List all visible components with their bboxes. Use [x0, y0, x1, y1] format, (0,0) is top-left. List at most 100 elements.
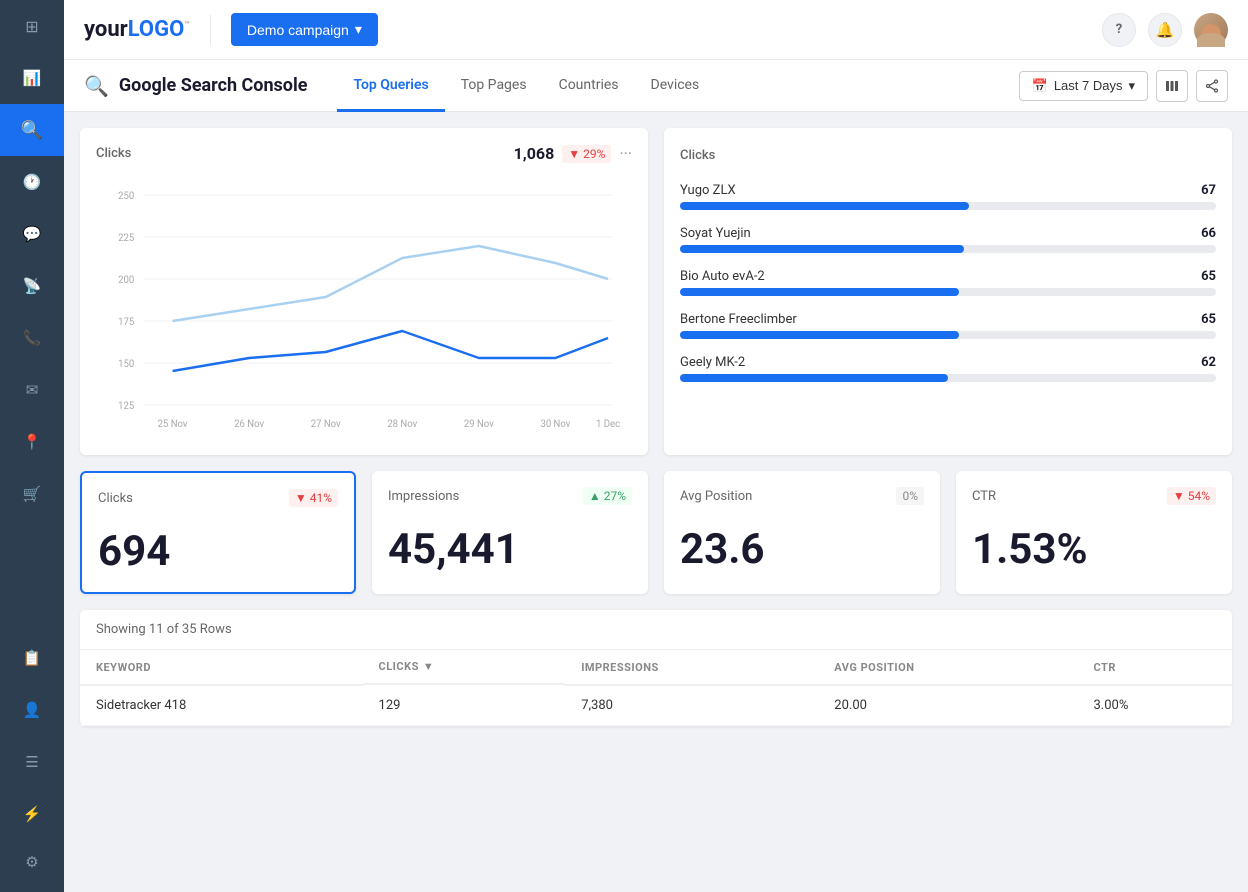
share-button[interactable]	[1196, 70, 1228, 102]
date-range-button[interactable]: 📅 Last 7 Days ▾	[1019, 71, 1148, 101]
sidebar-item-reports[interactable]: 📋	[0, 632, 64, 684]
bar-fill	[680, 374, 948, 382]
col-impressions: IMPRESSIONS	[565, 650, 818, 685]
arrow-down-icon: ▼	[568, 147, 580, 161]
metric-value: 23.6	[680, 525, 924, 574]
data-table: KEYWORD CLICKS ▼ IMPRESSIONS AVG POSITIO…	[80, 650, 1232, 726]
tab-devices[interactable]: Devices	[635, 60, 716, 112]
svg-text:30 Nov: 30 Nov	[540, 419, 570, 430]
col-keyword: KEYWORD	[80, 650, 363, 685]
metric-avg-position[interactable]: Avg Position 0% 23.6	[664, 471, 940, 594]
sidebar-item-users[interactable]: 👤	[0, 684, 64, 736]
more-options-button[interactable]: ···	[619, 144, 632, 163]
page-icon: 🔍	[84, 74, 109, 98]
metric-badge: ▼ 41%	[289, 489, 338, 507]
bar-item: Yugo ZLX 67	[680, 183, 1216, 210]
metric-ctr[interactable]: CTR ▼ 54% 1.53%	[956, 471, 1232, 594]
sidebar-item-email[interactable]: ✉	[0, 364, 64, 416]
bar-count: 66	[1201, 226, 1216, 241]
svg-text:1 Dec: 1 Dec	[596, 419, 620, 430]
table-head: KEYWORD CLICKS ▼ IMPRESSIONS AVG POSITIO…	[80, 650, 1232, 685]
cell-impressions: 7,380	[565, 685, 818, 726]
bar-track	[680, 202, 1216, 210]
bar-track	[680, 288, 1216, 296]
col-clicks[interactable]: CLICKS ▼	[363, 650, 566, 685]
sidebar-item-settings[interactable]: ⚙	[0, 840, 64, 892]
sidebar-item-list[interactable]: ☰	[0, 736, 64, 788]
metric-clicks[interactable]: Clicks ▼ 41% 694	[80, 471, 356, 594]
sidebar-item-search[interactable]: 🔍	[0, 104, 64, 156]
metric-title: Impressions	[388, 489, 459, 504]
sidebar-item-ecommerce[interactable]: 🛒	[0, 468, 64, 520]
tabs: Top Queries Top Pages Countries Devices	[337, 60, 1018, 111]
svg-text:150: 150	[118, 359, 134, 370]
tab-top-queries[interactable]: Top Queries	[337, 60, 444, 112]
page-title: Google Search Console	[119, 75, 308, 96]
data-table-card: Showing 11 of 35 Rows KEYWORD CLICKS ▼ I…	[80, 610, 1232, 726]
metrics-row: Clicks ▼ 41% 694 Impressions ▲ 27%	[80, 471, 1232, 594]
metric-badge: ▲ 27%	[583, 487, 632, 505]
svg-text:200: 200	[118, 275, 134, 286]
sidebar-item-location[interactable]: 📍	[0, 416, 64, 468]
svg-text:27 Nov: 27 Nov	[311, 419, 341, 430]
cell-keyword: Sidetracker 418	[80, 685, 363, 726]
sidebar-item-dashboard[interactable]: 🕐	[0, 156, 64, 208]
metric-badge: ▼ 54%	[1167, 487, 1216, 505]
chevron-down-icon: ▾	[355, 21, 362, 38]
chart-title: Clicks	[96, 146, 131, 161]
col-ctr: CTR	[1077, 650, 1232, 685]
sidebar-item-analytics[interactable]: 📊	[0, 52, 64, 104]
columns-button[interactable]	[1156, 70, 1188, 102]
svg-text:125: 125	[118, 401, 135, 412]
bar-item-header: Soyat Yuejin 66	[680, 226, 1216, 241]
svg-text:175: 175	[118, 317, 135, 328]
clicks-chart-card: Clicks 1,068 ▼ 29% ···	[80, 128, 648, 455]
metric-header: Impressions ▲ 27%	[388, 487, 632, 505]
date-range-label: Last 7 Days	[1054, 78, 1123, 93]
svg-text:26 Nov: 26 Nov	[234, 419, 264, 430]
top-row: Clicks 1,068 ▼ 29% ···	[80, 128, 1232, 455]
bar-items: Yugo ZLX 67 Soyat Yuejin 66	[680, 183, 1216, 382]
svg-text:29 Nov: 29 Nov	[464, 419, 494, 430]
bar-track	[680, 374, 1216, 382]
bar-item: Geely MK-2 62	[680, 355, 1216, 382]
chevron-down-icon: ▾	[1128, 78, 1135, 94]
bar-card-header: Clicks	[680, 144, 1216, 163]
bar-item-header: Geely MK-2 62	[680, 355, 1216, 370]
col-avg-position: AVG POSITION	[818, 650, 1077, 685]
svg-text:25 Nov: 25 Nov	[158, 419, 188, 430]
bar-label: Bio Auto evA-2	[680, 269, 765, 284]
metric-impressions[interactable]: Impressions ▲ 27% 45,441	[372, 471, 648, 594]
content: Clicks 1,068 ▼ 29% ···	[64, 112, 1248, 892]
logo-brand: LOGO	[128, 17, 185, 42]
sidebar-item-monitoring[interactable]: 📡	[0, 260, 64, 312]
help-button[interactable]: ?	[1102, 13, 1136, 47]
metric-header: CTR ▼ 54%	[972, 487, 1216, 505]
metric-title: Avg Position	[680, 489, 752, 504]
bar-item: Bio Auto evA-2 65	[680, 269, 1216, 296]
tab-countries[interactable]: Countries	[543, 60, 635, 112]
topbar-right: ? 🔔	[1102, 13, 1228, 47]
topbar-divider	[210, 15, 211, 45]
demo-campaign-label: Demo campaign	[247, 22, 349, 38]
tab-top-pages[interactable]: Top Pages	[445, 60, 543, 112]
avatar[interactable]	[1194, 13, 1228, 47]
metric-badge: 0%	[896, 487, 924, 505]
bar-item: Bertone Freeclimber 65	[680, 312, 1216, 339]
sidebar-item-chat[interactable]: 💬	[0, 208, 64, 260]
topbar: yourLOGO™ Demo campaign ▾ ? 🔔	[64, 0, 1248, 60]
svg-text:250: 250	[118, 191, 134, 202]
share-icon	[1205, 79, 1219, 93]
demo-campaign-button[interactable]: Demo campaign ▾	[231, 13, 378, 46]
bar-label: Yugo ZLX	[680, 183, 736, 198]
sidebar-item-home[interactable]: ⊞	[0, 0, 64, 52]
bar-count: 65	[1201, 312, 1216, 327]
table-info: Showing 11 of 35 Rows	[80, 610, 1232, 650]
metric-title: Clicks	[98, 491, 133, 506]
sidebar-item-integrations[interactable]: ⚡	[0, 788, 64, 840]
notifications-button[interactable]: 🔔	[1148, 13, 1182, 47]
sidebar-item-calls[interactable]: 📞	[0, 312, 64, 364]
svg-text:225: 225	[118, 233, 135, 244]
bar-track	[680, 245, 1216, 253]
bar-count: 62	[1201, 355, 1216, 370]
